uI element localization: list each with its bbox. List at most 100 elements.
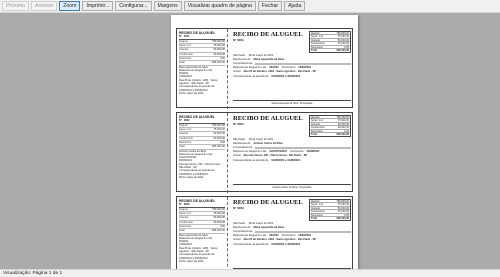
value-label: Descontos — [311, 129, 323, 133]
stub-line-label: Água / Luz — [179, 128, 192, 132]
receipt-number-label: Nº — [233, 206, 237, 210]
value-label: Aluguel — [311, 32, 320, 35]
receipt-main: RECIBO DE ALUGUEL Nº 0003 Aluguel 780,000… — [230, 197, 354, 277]
receipt: RECIBO DE ALUGUEL Nº 0003 Aluguel 780,000… — [176, 196, 354, 277]
stub-line-label: Imposto — [179, 48, 189, 52]
value-amount: 60,000,00 — [337, 42, 349, 46]
value-amount: 965,000,00 — [336, 132, 349, 136]
receipt-number-label: Nº — [233, 122, 237, 126]
value-label: Imposto — [311, 38, 320, 42]
stub-line-value: 965,000,00 — [212, 61, 225, 65]
tenant-label: Recebemos de — [233, 57, 251, 61]
value-amount: 0,00 — [344, 129, 349, 133]
value-label: Condomínio — [311, 126, 325, 130]
receipt-main: RECIBO DE ALUGUEL Nº 0002 Aluguel 780,000… — [230, 113, 354, 193]
receipt-date: 28 de março de 2021 — [248, 137, 274, 141]
period-label: Correspondente ao período de — [233, 158, 269, 162]
receipt-number: 0002 — [237, 122, 244, 126]
stub-line-value: 50,000,00 — [213, 48, 225, 52]
receipt-date: 28 de março de 2021 — [248, 221, 274, 225]
address-label: Imóvel — [233, 154, 241, 158]
value-amount: 0,00 — [344, 213, 349, 217]
receipt-date: 28 de março de 2021 — [248, 53, 274, 57]
stub-line-value: 60,000,00 — [213, 220, 225, 224]
print-button[interactable]: Imprimir... — [82, 1, 114, 11]
due-date: 05/08/2021 — [306, 150, 320, 154]
stub-date: 28 de março de 2021 — [179, 91, 204, 95]
preview-viewport[interactable]: RECIBO DE ALUGUEL Nº 0001 Aluguel 780,000… — [0, 13, 500, 277]
value-label: Água / Luz — [311, 203, 323, 207]
value-amount: 50,000,00 — [337, 122, 349, 126]
stub-line-value: 965,000,00 — [212, 145, 225, 149]
receipt: RECIBO DE ALUGUEL Nº 0002 Aluguel 780,000… — [176, 112, 354, 193]
stub-values-grid: Aluguel 780,000,00 Água / Luz 75,000,00 Im… — [179, 206, 225, 234]
receipt-main: RECIBO DE ALUGUEL Nº 0001 Aluguel 780,000… — [230, 29, 354, 109]
receipt-number-label: Nº — [233, 38, 237, 42]
receipt-values-table: Aluguel 780,000,00 Água / Luz 75,000,00 Im… — [309, 115, 351, 138]
amount-field — [255, 146, 351, 149]
stub-line-value: 780,000,00 — [212, 207, 225, 211]
receipt-stub: RECIBO DE ALUGUEL Nº 0003 Aluguel 780,000… — [177, 197, 228, 277]
stub-line-label: Total — [179, 229, 185, 233]
value-label: Água / Luz — [311, 119, 323, 123]
signature-line: Maria Aparecida da Silva / Proprietária — [233, 100, 351, 105]
address: Rua 25 de Outubro, 1281 - Santo Agostino… — [243, 70, 317, 74]
value-label: Total — [311, 216, 317, 220]
stub-line-label: Total — [179, 61, 185, 65]
stub-number: 0002 — [183, 118, 190, 122]
help-button[interactable]: Ajuda — [284, 1, 306, 11]
print-preview-toolbar: Próximo Anterior Zoom Imprimir... Config… — [0, 0, 500, 13]
address-label: Imóvel — [233, 70, 241, 74]
stub-number: 0001 — [183, 34, 190, 38]
value-amount: 780,000,00 — [336, 32, 349, 35]
stub-date: 28 de março de 2021 — [179, 175, 204, 179]
tenant-label: Recebemos de — [233, 141, 251, 145]
stub-line-value: 780,000,00 — [212, 39, 225, 43]
close-button[interactable]: Fechar — [257, 1, 283, 11]
value-label: Condomínio — [311, 42, 325, 46]
stub-line-value: 60,000,00 — [213, 52, 225, 56]
tenant-name: Maria Aparecida da Silva — [253, 225, 284, 229]
stub-values-grid: Aluguel 780,000,00 Água / Luz 75,000,00 Im… — [179, 38, 225, 66]
stub-line-value: 50,000,00 — [213, 216, 225, 220]
stub-line-label: Aluguel — [179, 39, 188, 43]
preview-page: RECIBO DE ALUGUEL Nº 0001 Aluguel 780,000… — [171, 15, 358, 277]
stub-line-label: Aluguel — [179, 207, 188, 211]
stub-values-grid: Aluguel 780,000,00 Água / Luz 75,000,00 Im… — [179, 122, 225, 150]
value-amount: 780,000,00 — [336, 200, 349, 203]
amount-label: a importância de — [233, 62, 253, 66]
address: Rua 25 de Outubro, 1281 - Santo Agostino… — [243, 238, 317, 242]
stub-line-label: Condomínio — [179, 220, 193, 224]
receipt-number: 0001 — [237, 38, 244, 42]
tenant-label: Recebemos de — [233, 225, 251, 229]
value-amount: 75,000,00 — [337, 35, 349, 39]
stub-line-value: 75,000,00 — [213, 212, 225, 216]
page-frame-button[interactable]: Visualizar quadro de página — [183, 1, 256, 11]
previous-page-button[interactable]: Anterior — [31, 1, 58, 11]
stub-line-label: Água / Luz — [179, 212, 192, 216]
tenant-name: Maria Aparecida da Silva — [253, 57, 284, 61]
date-label: São Paulo, — [233, 221, 246, 225]
receipt-values-table: Aluguel 780,000,00 Água / Luz 75,000,00 Im… — [309, 31, 351, 54]
period: 01/06/2021 a 30/06/2021 — [271, 74, 301, 78]
value-amount: 50,000,00 — [337, 206, 349, 210]
zoom-button[interactable]: Zoom — [59, 1, 81, 11]
stub-date: 28 de março de 2021 — [179, 259, 204, 263]
stub-line-label: Condomínio — [179, 52, 193, 56]
stub-line-label: Descontos — [179, 140, 192, 144]
next-page-button[interactable]: Próximo — [2, 1, 30, 11]
value-label: Imposto — [311, 206, 320, 210]
value-label: Imposto — [311, 122, 320, 126]
value-label: Total — [311, 132, 317, 136]
period-label: Correspondente ao período de — [233, 242, 269, 246]
stub-number-label: Nº — [179, 118, 182, 122]
stub-number-label: Nº — [179, 34, 182, 38]
period-label: Correspondente ao período de — [233, 74, 269, 78]
stub-line-value: 60,000,00 — [213, 136, 225, 140]
margins-button[interactable]: Margens — [153, 1, 182, 11]
stub-line-label: Água / Luz — [179, 44, 192, 48]
stub-line-value: 75,000,00 — [213, 128, 225, 132]
page-setup-button[interactable]: Configurar... — [115, 1, 152, 11]
stub-number: 0003 — [183, 202, 190, 206]
amount-field — [255, 62, 351, 65]
